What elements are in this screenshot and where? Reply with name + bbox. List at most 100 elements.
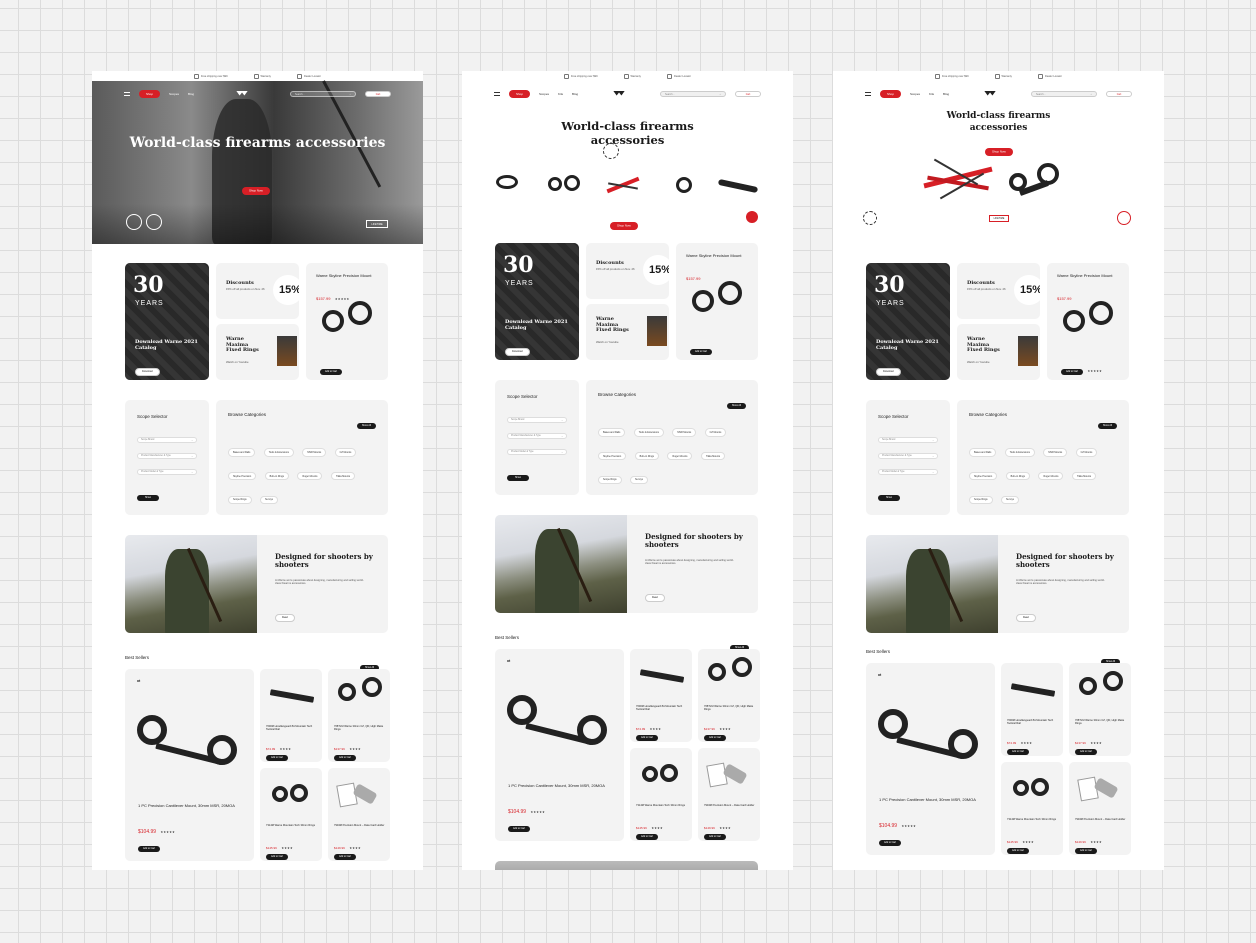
hero-cta-button[interactable]: Shop Now (242, 187, 270, 195)
product-thumb[interactable] (717, 178, 759, 194)
add-to-cart-button[interactable]: Add to Cart (508, 825, 531, 832)
product-card[interactable]: 7600M Hoodlanguard 8A Mountain Tech Tact… (1001, 663, 1063, 756)
nav-link-blog[interactable]: Blog (572, 92, 578, 96)
category-chip[interactable]: CZ Mounts (1075, 448, 1098, 457)
compare-icon[interactable]: ⇄ (137, 678, 140, 683)
top-link-dealer[interactable]: Dealer Locator (667, 74, 691, 79)
best-main-card[interactable]: ⇄ 1 PC Precision Cantilever Mount, 30mm … (125, 669, 254, 861)
read-story-button[interactable]: Read (645, 593, 665, 602)
category-chip[interactable]: MSR Mounts (1043, 448, 1068, 457)
multitool-thumb[interactable] (602, 176, 642, 194)
show-all-categories-button[interactable]: Show All (1097, 422, 1117, 429)
category-chip[interactable]: MSR Mounts (302, 448, 327, 457)
discount-card[interactable]: Discounts 15% off all products on Nov. 2… (957, 263, 1040, 319)
add-to-cart-button[interactable]: Add to Cart (138, 845, 161, 852)
nav-link-kits[interactable]: Kits (929, 92, 934, 96)
manufacturer-select[interactable]: Product Manufacturer & Type ⌄ (507, 433, 567, 439)
product-thumb[interactable] (670, 177, 700, 195)
scope-brand-select[interactable]: Scope Brand ⌄ (137, 437, 197, 443)
add-to-cart-button[interactable]: Add to Cart (1007, 748, 1030, 755)
youtube-link[interactable]: Watch on Youtube (967, 360, 990, 365)
cart-button[interactable]: Cart (364, 91, 391, 97)
top-link-shipping[interactable]: Free shipping over $99 (935, 74, 969, 79)
add-to-cart-button[interactable]: Add to Cart (334, 754, 357, 761)
category-chip[interactable]: Scope Rings (598, 475, 622, 484)
product-card[interactable]: 7904M Precision Mount – Data Card Holder… (698, 748, 760, 841)
product-thumb[interactable] (548, 175, 582, 195)
model-select[interactable]: Product Model & Type ⌄ (507, 449, 567, 455)
product-card[interactable]: 7904M Precision Mount – Data Card Holder… (328, 768, 390, 861)
category-chip[interactable]: Ruger Mounts (1038, 472, 1064, 481)
product-card[interactable]: 7314M Warne Mountain Tech 30mm Rings $14… (260, 768, 322, 861)
best-main-card[interactable]: ⇄ 1 PC Precision Cantilever Mount, 30mm … (866, 663, 995, 855)
rings-video-card[interactable]: Warne Maxima Fixed Rings Watch on Youtub… (586, 304, 669, 360)
shop-button[interactable]: Shop (880, 90, 902, 98)
video-thumbnail[interactable] (1018, 336, 1038, 366)
add-to-cart-button[interactable]: Add to Cart (636, 833, 659, 840)
show-button[interactable]: Show (878, 494, 900, 501)
nav-link-scopes[interactable]: Scopes (169, 92, 179, 96)
category-chip[interactable]: CZ Mounts (704, 428, 727, 437)
add-to-cart-button[interactable]: Add to Cart (636, 734, 659, 741)
top-link-warranty[interactable]: Warranty (254, 74, 271, 79)
catalog-download-button[interactable]: Download (876, 367, 901, 376)
add-to-cart-button[interactable]: Add to Cart (1007, 847, 1030, 854)
top-link-shipping[interactable]: Free shipping over $99 (564, 74, 598, 79)
nav-link-scopes[interactable]: Scopes (539, 92, 549, 96)
manufacturer-select[interactable]: Product Manufacturer & Type ⌄ (137, 453, 197, 459)
product-card[interactable]: 7314M Warne Mountain Tech 30mm Rings $14… (1001, 762, 1063, 855)
product-card[interactable]: 7314M Warne Mountain Tech 30mm Rings $14… (630, 748, 692, 841)
category-chip[interactable]: MSR Mounts (672, 428, 697, 437)
compare-icon[interactable]: ⇄ (507, 658, 510, 663)
read-story-button[interactable]: Read (275, 613, 295, 622)
category-chip[interactable]: CZ Mounts (334, 448, 357, 457)
add-to-cart-button[interactable]: Add to Cart (1075, 748, 1098, 755)
show-all-categories-button[interactable]: Show All (356, 422, 376, 429)
featured-mount-card[interactable]: Warne Skyline Precision Mount $157.99 Ad… (1047, 263, 1129, 380)
category-chip[interactable]: Skyline Precision (228, 472, 257, 481)
add-to-cart-button[interactable]: Add to Cart (879, 839, 902, 846)
cart-button[interactable]: Cart (1106, 91, 1132, 97)
best-main-card[interactable]: ⇄ 1 PC Precision Cantilever Mount, 30mm … (495, 649, 624, 841)
product-card[interactable]: 768TLM Warne 30mm CZ, QD, High Matte Rin… (328, 669, 390, 762)
top-link-warranty[interactable]: Warranty (624, 74, 641, 79)
category-chip[interactable]: Tools & Extensions (263, 448, 294, 457)
product-card[interactable]: 7600M Hoodlanguard 8A Mountain Tech Tact… (260, 669, 322, 762)
menu-icon[interactable] (494, 92, 500, 96)
warne-logo[interactable] (611, 90, 627, 99)
youtube-link[interactable]: Watch on Youtube (596, 340, 619, 345)
read-story-button[interactable]: Read (1016, 613, 1036, 622)
featured-mount-card[interactable]: Warne Skyline Precision Mount $157.99 Ad… (676, 243, 758, 360)
category-chip[interactable]: Skyline Precision (969, 472, 998, 481)
category-chip[interactable]: Bases and Rails (598, 428, 626, 437)
menu-icon[interactable] (124, 92, 130, 96)
add-to-cart-button[interactable]: Add to Cart (1061, 368, 1084, 375)
model-select[interactable]: Product Model & Type ⌄ (878, 469, 938, 475)
model-select[interactable]: Product Model & Type ⌄ (137, 469, 197, 475)
nav-link-kits[interactable]: Kits (558, 92, 563, 96)
compare-icon[interactable]: ⇄ (878, 672, 881, 677)
category-chip[interactable]: Bolt-on Rings (634, 452, 660, 461)
category-chip[interactable]: Ruger Mounts (297, 472, 323, 481)
add-to-cart-button[interactable]: Add to Cart (266, 853, 289, 860)
youtube-link[interactable]: Watch on Youtube (226, 360, 249, 365)
nav-link-blog[interactable]: Blog (943, 92, 949, 96)
category-chip[interactable]: Sunnys (1001, 495, 1019, 504)
shop-button[interactable]: Shop (139, 90, 161, 98)
add-to-cart-button[interactable]: Add to Cart (690, 348, 713, 355)
catalog-card[interactable]: 30 YEARS Download Warne 2021 Catalog Dow… (495, 243, 579, 360)
add-to-cart-button[interactable]: Add to Cart (266, 754, 289, 761)
add-to-cart-button[interactable]: Add to Cart (1075, 847, 1098, 854)
top-link-dealer[interactable]: Dealer Locator (1038, 74, 1062, 79)
rings-video-card[interactable]: Warne Maxima Fixed Rings Watch on Youtub… (216, 324, 299, 380)
scope-brand-select[interactable]: Scope Brand ⌄ (878, 437, 938, 443)
discount-card[interactable]: Discounts 15% off all products on Nov. 2… (216, 263, 299, 319)
hero-cta-button[interactable]: Shop Now (985, 148, 1013, 156)
warne-logo[interactable] (234, 90, 250, 99)
add-to-cart-button[interactable]: Add to Cart (704, 734, 727, 741)
show-button[interactable]: Show (507, 474, 529, 481)
product-thumb[interactable] (496, 175, 518, 189)
category-chip[interactable]: Sunnys (630, 475, 648, 484)
product-card[interactable]: 768TLM Warne 30mm CZ, QD, High Matte Rin… (698, 649, 760, 742)
category-chip[interactable]: Tikka Mounts (700, 452, 726, 461)
